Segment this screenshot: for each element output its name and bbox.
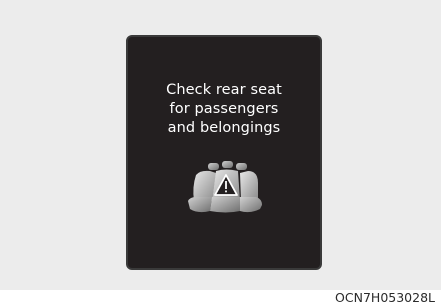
rear-seat-reminder-message: Check rear seat for passengers and belon… [128, 81, 320, 138]
seat-cushion-right-shape [240, 197, 262, 213]
headrest-right-shape [236, 163, 247, 170]
warning-exclamation-dot [225, 190, 227, 193]
warning-exclamation-bar [225, 181, 227, 189]
seat-back-left-shape [193, 170, 216, 201]
headrest-left-shape [208, 163, 219, 170]
figure-code-caption: OCN7H053028L [335, 290, 435, 305]
message-line-2: for passengers [169, 101, 279, 117]
seat-back-right-shape [240, 171, 258, 201]
rear-seat-warning-icon [188, 161, 262, 213]
figure-background: Check rear seat for passengers and belon… [0, 0, 441, 290]
seat-cushion-left-shape [188, 197, 212, 213]
seat-cushion-center-shape [210, 197, 240, 213]
message-line-1: Check rear seat [166, 82, 282, 98]
headrest-center-shape [222, 161, 233, 168]
cluster-display-panel: Check rear seat for passengers and belon… [126, 35, 322, 270]
message-line-3: and belongings [167, 120, 281, 136]
